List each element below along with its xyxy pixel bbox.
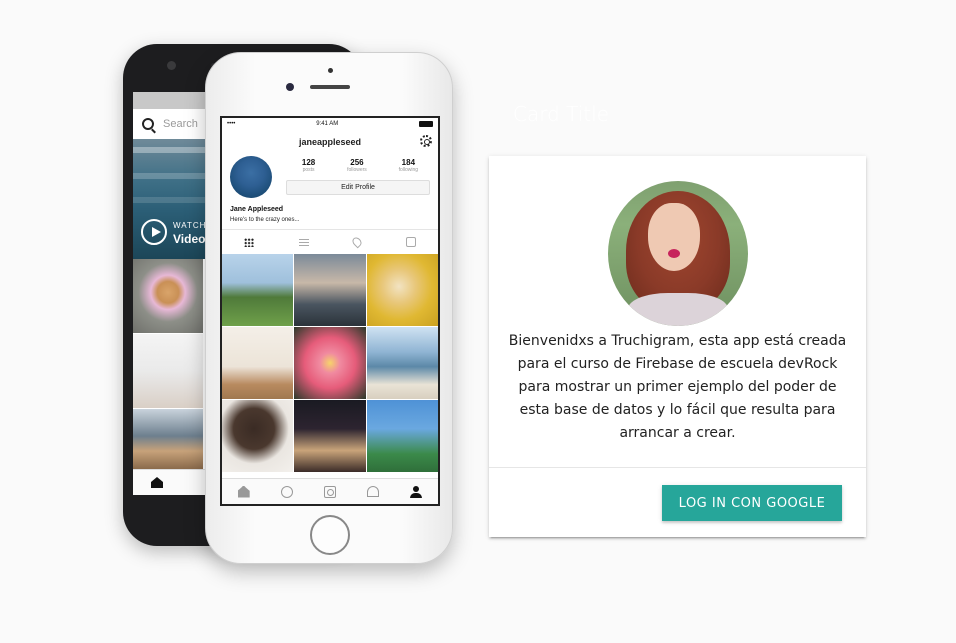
profile-icon bbox=[410, 485, 423, 498]
profile-stats: 128 posts 256 followers 184 following bbox=[286, 158, 434, 173]
stat-label: following bbox=[398, 167, 419, 173]
grid-icon bbox=[244, 237, 255, 247]
stat-label: followers bbox=[347, 167, 367, 173]
photo-tile bbox=[366, 400, 438, 472]
card-title: Card Title bbox=[513, 102, 610, 126]
username: janeappleseed bbox=[298, 137, 362, 147]
home-icon bbox=[237, 485, 250, 498]
stat-followers: 256 followers bbox=[347, 158, 367, 173]
heart-icon bbox=[367, 486, 380, 497]
profile-summary: 128 posts 256 followers 184 following Ed… bbox=[222, 154, 438, 206]
tagged-photos-icon bbox=[405, 237, 416, 247]
front-phone-screen: •••• 9:41 AM janeappleseed 128 posts 256… bbox=[220, 116, 440, 506]
camera-icon bbox=[323, 485, 336, 498]
camera-icon bbox=[286, 83, 294, 91]
photo-tile bbox=[366, 327, 438, 399]
photo-grid bbox=[222, 254, 438, 472]
stat-posts: 128 posts bbox=[302, 158, 315, 173]
avatar-shirt bbox=[628, 293, 728, 326]
photo-tile bbox=[222, 327, 294, 399]
list-icon bbox=[298, 238, 309, 246]
photo-tile bbox=[294, 327, 366, 399]
speaker-grille bbox=[310, 85, 350, 89]
search-placeholder: Search bbox=[163, 118, 198, 130]
edit-profile-button: Edit Profile bbox=[286, 180, 430, 195]
avatar bbox=[230, 156, 272, 198]
photo-tile bbox=[222, 254, 294, 326]
camera-icon bbox=[167, 61, 176, 70]
google-login-button[interactable]: LOG IN CON GOOGLE bbox=[662, 485, 842, 521]
avatar bbox=[608, 181, 748, 326]
photo-tile bbox=[133, 334, 203, 408]
search-icon bbox=[280, 485, 293, 498]
sensor-dot bbox=[328, 68, 333, 73]
stat-value: 184 bbox=[401, 158, 416, 167]
profile-bio: Here's to the crazy ones... bbox=[230, 217, 300, 223]
status-bar: •••• 9:41 AM bbox=[222, 118, 438, 130]
watch-label: WATCH bbox=[173, 221, 207, 230]
bottom-nav bbox=[222, 478, 438, 504]
login-card: Bienvenidxs a Truchigram, esta app está … bbox=[489, 156, 866, 537]
gear-icon bbox=[420, 135, 432, 147]
photo-tile bbox=[294, 254, 366, 326]
card-divider bbox=[489, 467, 866, 468]
signal-indicator: •••• bbox=[227, 121, 236, 127]
home-button bbox=[310, 515, 350, 555]
photo-tile bbox=[133, 409, 203, 469]
display-name: Jane Appleseed bbox=[230, 206, 284, 213]
photo-tile bbox=[366, 254, 438, 326]
location-pin-icon bbox=[350, 235, 364, 249]
photo-tile bbox=[294, 400, 366, 472]
profile-header: janeappleseed bbox=[222, 130, 438, 154]
play-icon bbox=[141, 219, 167, 245]
stat-following: 184 following bbox=[399, 158, 418, 173]
photo-tile bbox=[222, 400, 294, 472]
stat-value: 128 bbox=[301, 158, 316, 167]
stat-value: 256 bbox=[350, 158, 364, 167]
stat-label: posts bbox=[302, 167, 315, 173]
front-phone-mockup: •••• 9:41 AM janeappleseed 128 posts 256… bbox=[205, 52, 453, 564]
card-description: Bienvenidxs a Truchigram, esta app está … bbox=[508, 333, 847, 441]
status-time: 9:41 AM bbox=[316, 121, 339, 127]
profile-tabs bbox=[222, 229, 438, 254]
battery-icon bbox=[418, 121, 433, 127]
avatar-lips bbox=[668, 249, 680, 258]
avatar-face bbox=[648, 203, 700, 271]
home-icon bbox=[151, 477, 163, 488]
photo-tile bbox=[133, 259, 203, 333]
video-label: Video bbox=[173, 232, 206, 246]
search-icon bbox=[142, 118, 154, 130]
